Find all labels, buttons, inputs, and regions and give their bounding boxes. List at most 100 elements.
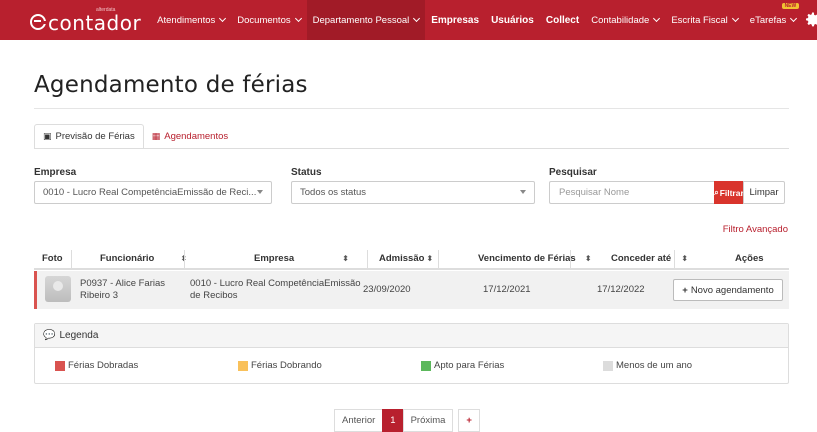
nav-atendimentos[interactable]: Atendimentos — [151, 0, 231, 40]
chevron-down-icon — [413, 14, 421, 23]
legend-item-ferias-dobradas: Férias Dobradas — [55, 360, 138, 371]
col-divider — [674, 250, 675, 268]
search-input[interactable] — [549, 181, 715, 204]
logo-mark-icon — [30, 14, 47, 30]
nav-menu: Atendimentos Documentos Departamento Pes… — [151, 0, 817, 40]
legend-label: Férias Dobrando — [251, 360, 322, 371]
nav-usuarios-label: Usuários — [491, 14, 534, 26]
pagination-prev[interactable]: Anterior — [334, 409, 384, 432]
empresa-line2: de Recibos — [190, 290, 238, 301]
tab-agendamentos-label: Agendamentos — [164, 131, 229, 142]
tabs: ▣ Previsão de Férias ▦ Agendamentos — [34, 124, 236, 149]
legend-item-menos-de-um-ano: Menos de um ano — [603, 360, 692, 371]
col-divider — [438, 250, 439, 268]
status-select[interactable]: Todos os status — [291, 181, 535, 204]
nav-contabilidade[interactable]: Contabilidade — [585, 0, 665, 40]
select-caret-icon — [520, 190, 526, 194]
chevron-down-icon — [653, 14, 661, 23]
col-vencimento[interactable]: Vencimento de Férias ⬍ — [478, 246, 591, 270]
pesquisar-label: Pesquisar — [549, 167, 597, 178]
avatar — [45, 276, 71, 302]
logo-sup-text: alterdata — [96, 7, 116, 13]
nav-documentos[interactable]: Documentos — [231, 0, 306, 40]
legend-title: Legenda — [59, 330, 99, 341]
clear-button[interactable]: Limpar — [743, 181, 785, 204]
nav-etarefas[interactable]: eTarefas NEW — [744, 0, 802, 40]
col-divider — [71, 250, 72, 268]
nav-etarefas-label: eTarefas — [749, 14, 787, 26]
gear-icon[interactable] — [804, 11, 817, 29]
legend-label: Menos de um ano — [616, 360, 693, 371]
chevron-down-icon — [219, 14, 227, 23]
nav-escrita-fiscal[interactable]: Escrita Fiscal — [665, 0, 743, 40]
nav-atendimentos-label: Atendimentos — [157, 14, 216, 26]
logo-text: contador — [48, 11, 142, 35]
col-empresa[interactable]: Empresa ⬍ — [254, 246, 349, 270]
empresa-select[interactable]: 0010 - Lucro Real CompetênciaEmissão de … — [34, 181, 272, 204]
cell-funcionario: P0937 - Alice Farias Ribeiro 3 — [80, 278, 165, 302]
col-funcionario[interactable]: Funcionário⬍ — [100, 246, 187, 270]
legend-item-ferias-dobrando: Férias Dobrando — [238, 360, 322, 371]
nav-collect[interactable]: Collect — [540, 0, 585, 40]
nav-empresas[interactable]: Empresas — [425, 0, 485, 40]
col-acoes: Ações — [735, 246, 764, 270]
nav-usuarios[interactable]: Usuários — [485, 0, 540, 40]
calendar-check-icon: ▦ — [151, 131, 161, 141]
col-conceder[interactable]: Conceder até ⬍ — [611, 246, 688, 270]
legend-swatch — [55, 360, 65, 371]
tab-previsao-de-ferias[interactable]: ▣ Previsão de Férias — [34, 124, 144, 149]
col-divider — [570, 250, 571, 268]
nav-departamento-pessoal-label: Departamento Pessoal — [312, 14, 410, 26]
logo[interactable]: contador alterdata — [30, 0, 141, 40]
nav-empresas-label: Empresas — [431, 14, 480, 26]
tab-agendamentos[interactable]: ▦ Agendamentos — [144, 124, 236, 149]
nav-departamento-pessoal[interactable]: Departamento Pessoal — [306, 0, 426, 40]
funcionario-name-line2: Ribeiro 3 — [80, 290, 119, 301]
col-foto-label: Foto — [42, 252, 63, 264]
legend-swatch — [603, 360, 613, 371]
funcionario-name-line1: P0937 - Alice Farias — [80, 278, 166, 289]
legend-label: Férias Dobradas — [68, 360, 139, 371]
legend-panel: 💬 Legenda Férias Dobradas Férias Dobrand… — [34, 323, 789, 384]
col-divider — [184, 250, 185, 268]
table-header: Foto Funcionário⬍ Empresa ⬍ Admissão⬍ Ven… — [34, 246, 789, 270]
col-admissao-label: Admissão — [379, 252, 425, 264]
legend-header: 💬 Legenda — [35, 324, 788, 348]
nav-documentos-label: Documentos — [237, 14, 291, 26]
cell-conceder: 17/12/2022 — [597, 284, 645, 295]
tabs-divider — [34, 148, 789, 149]
cell-admissao: 23/09/2020 — [363, 284, 411, 295]
legend-swatch — [238, 360, 248, 371]
chevron-down-icon — [731, 14, 739, 23]
search-icon: ⌕ — [714, 187, 719, 197]
cell-vencimento: 17/12/2021 — [483, 284, 531, 295]
cell-empresa: 0010 - Lucro Real CompetênciaEmissão de … — [190, 278, 361, 302]
col-acoes-label: Ações — [735, 252, 764, 264]
col-empresa-label: Empresa — [254, 252, 295, 264]
pagination-next[interactable]: Próxima — [402, 409, 454, 432]
sort-icon: ⬍ — [342, 253, 349, 263]
status-select-value: Todos os status — [300, 187, 367, 198]
novo-agendamento-label: Novo agendamento — [690, 284, 774, 296]
nav-collect-label: Collect — [545, 14, 580, 26]
col-admissao[interactable]: Admissão ⬍ — [379, 246, 433, 270]
title-divider — [34, 108, 789, 109]
legend-item-apto-para-ferias: Apto para Férias — [421, 360, 504, 371]
pagination-add-button[interactable]: + — [458, 409, 480, 432]
advanced-filter-link[interactable]: Filtro Avançado — [723, 224, 788, 235]
nav-contabilidade-label: Contabilidade — [591, 14, 650, 26]
status-label: Status — [291, 167, 322, 178]
col-conceder-label: Conceder até — [611, 252, 672, 264]
col-funcionario-label: Funcionário — [100, 252, 155, 264]
filtrar-button[interactable]: ⌕ Filtrar — [714, 181, 744, 204]
filtrar-label: Filtrar — [719, 187, 744, 198]
pagination-page-current[interactable]: 1 — [382, 409, 404, 432]
top-navbar: contador alterdata Atendimentos Document… — [0, 0, 817, 40]
col-vencimento-label: Vencimento de Férias — [478, 252, 576, 264]
tab-previsao-label: Previsão de Férias — [55, 131, 135, 142]
page-title: Agendamento de férias — [34, 72, 308, 98]
clear-label: Limpar — [749, 187, 779, 198]
comment-icon: 💬 — [43, 330, 56, 341]
nav-escrita-fiscal-label: Escrita Fiscal — [671, 14, 728, 26]
novo-agendamento-button[interactable]: + Novo agendamento — [673, 279, 783, 301]
